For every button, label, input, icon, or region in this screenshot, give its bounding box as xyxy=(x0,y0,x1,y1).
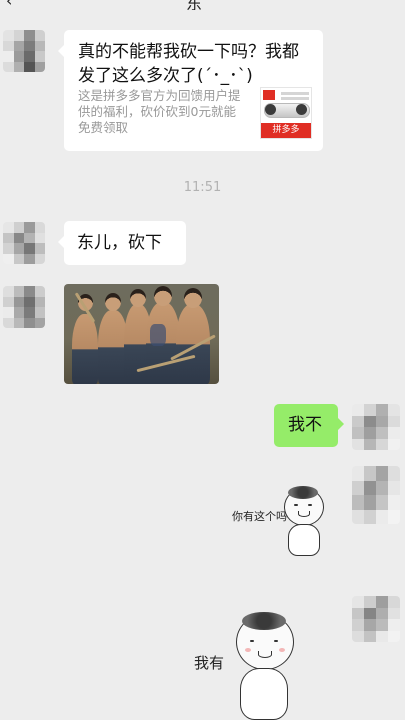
message-text: 我不 xyxy=(288,415,322,435)
message-timestamp: 11:51 xyxy=(183,180,222,195)
self-avatar[interactable] xyxy=(352,466,400,524)
card-description: 这是拼多多官方为回馈用户提供的福利，砍价砍到0元就能免费领取 xyxy=(78,88,241,135)
photo-figure-head xyxy=(130,289,146,307)
message-text: 东儿，砍下 xyxy=(77,233,162,253)
incoming-text-bubble[interactable]: 东儿，砍下 xyxy=(58,221,186,265)
contact-avatar[interactable] xyxy=(3,286,45,328)
brand-badge-icon xyxy=(263,90,275,100)
sticker-blush xyxy=(279,648,285,652)
promo-text-lines xyxy=(281,92,309,95)
sticker-blush xyxy=(245,648,251,652)
contact-avatar[interactable] xyxy=(3,222,45,264)
sticker-mouth xyxy=(258,651,272,658)
sticker-mouth xyxy=(298,511,310,517)
image-message[interactable] xyxy=(64,284,219,384)
sticker-hair xyxy=(242,612,286,630)
tattoo-detail xyxy=(150,324,166,346)
photo-figure xyxy=(176,304,210,384)
sticker-eye xyxy=(250,640,254,642)
brand-logo: 拼多多 xyxy=(261,123,311,138)
sticker-caption: 我有 xyxy=(194,654,225,672)
self-avatar[interactable] xyxy=(352,596,400,642)
shared-link-card[interactable]: 真的不能帮我砍一下吗？我都发了这么多次了(´･_･`) 这是拼多多官方为回馈用户… xyxy=(58,30,323,151)
sticker-body xyxy=(240,668,288,720)
photo-figure-head xyxy=(184,288,202,308)
chat-title: 东 xyxy=(186,0,203,10)
photo-figure-head xyxy=(154,286,172,306)
sticker-caption: 你有这个吗 xyxy=(232,510,287,523)
top-bar: ‹ 东 xyxy=(0,0,405,10)
outgoing-text-bubble[interactable]: 我不 xyxy=(274,404,344,447)
contact-avatar[interactable] xyxy=(3,30,45,72)
sticker-eye xyxy=(294,504,298,506)
sticker-body xyxy=(288,524,320,556)
sticker-eye xyxy=(308,504,312,506)
self-avatar[interactable] xyxy=(352,404,400,450)
card-thumbnail: 拼多多 xyxy=(260,87,312,139)
sticker-message[interactable]: 我有 xyxy=(190,610,310,720)
wheel-icon xyxy=(296,104,307,115)
photo-figure-head xyxy=(105,293,121,311)
chevron-left-icon[interactable]: ‹ xyxy=(6,0,12,10)
photo-figure xyxy=(72,314,98,384)
sticker-eye xyxy=(274,640,278,642)
card-title: 真的不能帮我砍一下吗？我都发了这么多次了(´･_･`) xyxy=(78,42,299,86)
sticker-hair xyxy=(288,486,318,499)
wheel-icon xyxy=(265,104,276,115)
sticker-message[interactable]: 你有这个吗 xyxy=(228,484,338,564)
